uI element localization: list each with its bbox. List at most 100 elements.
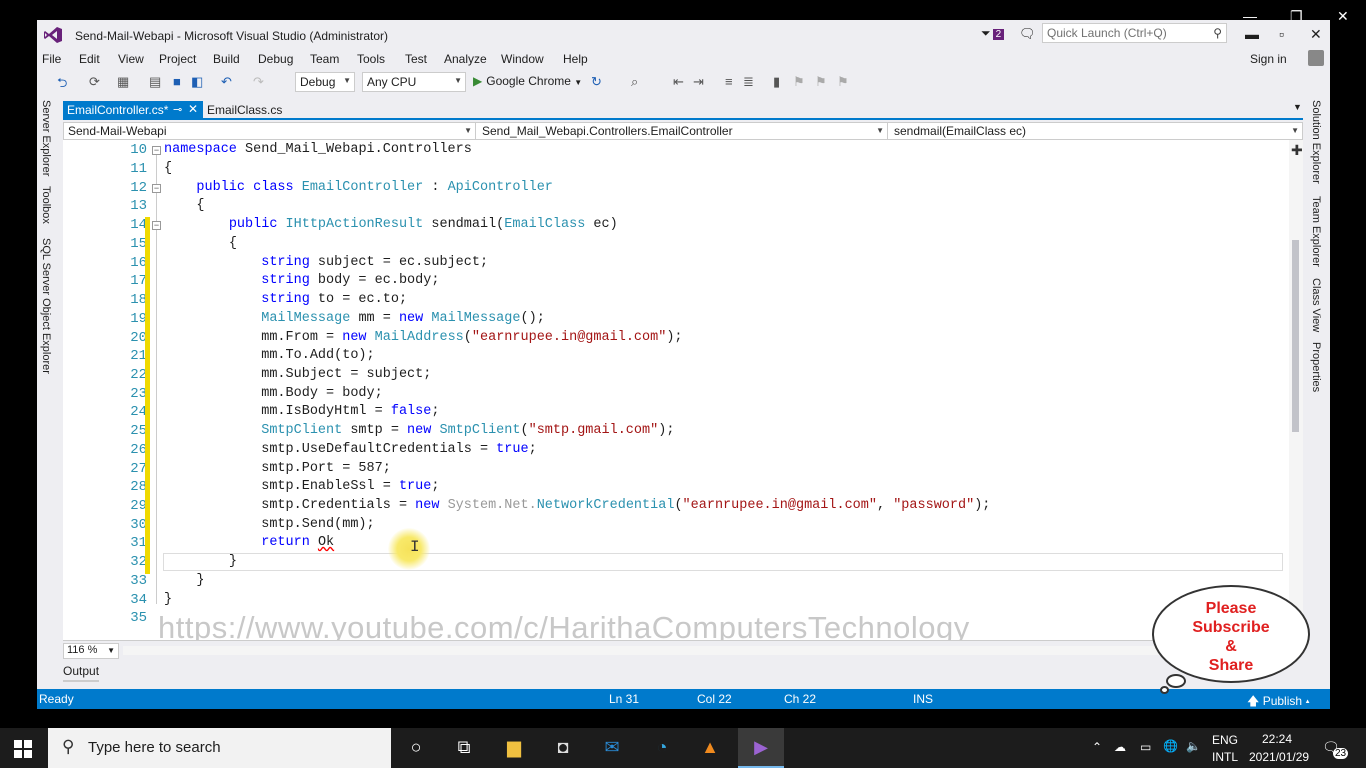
publish-button[interactable]: 🡅 Publish ▴ xyxy=(1247,692,1310,709)
collapse-icon[interactable]: − xyxy=(152,184,161,193)
clock-time[interactable]: 22:24 xyxy=(1262,732,1292,746)
menu-help[interactable]: Help xyxy=(563,52,588,66)
find-icon[interactable]: ⌕ xyxy=(631,74,638,90)
sql-server-object-explorer-tab[interactable]: SQL Server Object Explorer xyxy=(40,238,52,374)
globe-icon[interactable]: 🌐 xyxy=(1163,739,1178,753)
menu-tools[interactable]: Tools xyxy=(357,52,385,66)
menu-file[interactable]: File xyxy=(42,52,61,66)
start-debugging-button[interactable]: ▶ Google Chrome ▼ xyxy=(473,74,582,88)
collapse-icon[interactable]: − xyxy=(152,221,161,230)
solution-config-select[interactable]: Debug ▼ xyxy=(295,72,355,92)
right-tool-strip: Solution Explorer Team Explorer Class Vi… xyxy=(1307,98,1330,418)
notifications-flag-icon[interactable]: ⏷ 2 xyxy=(981,26,1009,42)
language-secondary[interactable]: INTL xyxy=(1212,750,1238,764)
clear-bookmarks-icon[interactable]: ⚑ xyxy=(837,74,849,90)
team-explorer-tab[interactable]: Team Explorer xyxy=(1310,196,1322,267)
project-dropdown[interactable]: Send-Mail-Webapi ▼ xyxy=(64,123,476,139)
horizontal-scrollbar[interactable] xyxy=(123,646,1283,655)
left-tool-strip: Server Explorer Toolbox SQL Server Objec… xyxy=(37,98,59,688)
close-icon[interactable]: ✕ xyxy=(1337,8,1349,25)
quick-launch-input[interactable]: Quick Launch (Ctrl+Q) ⚲ xyxy=(1042,23,1227,43)
close-icon[interactable]: ✕ xyxy=(188,102,198,116)
member-dropdown[interactable]: sendmail(EmailClass ec) ▼ xyxy=(890,123,1302,139)
menu-project[interactable]: Project xyxy=(159,52,196,66)
bubble-line: & xyxy=(1225,638,1237,655)
menu-team[interactable]: Team xyxy=(310,52,339,66)
vertical-scrollbar[interactable] xyxy=(1289,140,1303,640)
vlc-icon[interactable]: ▲ xyxy=(698,737,722,759)
status-column: Col 22 xyxy=(697,692,732,706)
pin-icon[interactable]: ⊸ xyxy=(173,103,182,116)
class-dropdown[interactable]: Send_Mail_Webapi.Controllers.EmailContro… xyxy=(478,123,888,139)
code-editor[interactable]: 10 11 12 13 14 15 16 17 18 19 20 21 22 2… xyxy=(63,140,1289,640)
split-editor-icon[interactable]: ✚ xyxy=(1291,142,1303,159)
notification-count-badge: 23 xyxy=(1333,748,1349,759)
menu-debug[interactable]: Debug xyxy=(258,52,293,66)
tab-output[interactable]: Output xyxy=(63,664,100,682)
save-all-icon[interactable]: ◧ xyxy=(191,74,203,90)
server-explorer-tab[interactable]: Server Explorer xyxy=(40,100,52,176)
back-icon[interactable]: ⮌ xyxy=(57,74,67,96)
cloud-icon[interactable]: ☁ xyxy=(1114,740,1126,754)
prev-bookmark-icon[interactable]: ⚑ xyxy=(793,74,805,90)
menu-view[interactable]: View xyxy=(118,52,144,66)
tray-overflow-icon[interactable]: ⌃ xyxy=(1092,740,1102,754)
bookmark-icon[interactable]: ▮ xyxy=(773,74,780,90)
windows-start-icon[interactable] xyxy=(14,740,32,758)
account-icon[interactable] xyxy=(1308,50,1324,66)
scroll-thumb[interactable] xyxy=(1292,240,1299,432)
cortana-icon[interactable]: ○ xyxy=(404,737,428,759)
vs-close-icon[interactable]: ✕ xyxy=(1310,26,1322,43)
file-explorer-icon[interactable]: ▆ xyxy=(502,737,526,759)
line-number: 26 xyxy=(130,442,147,458)
properties-tab[interactable]: Properties xyxy=(1310,342,1322,392)
redo-icon[interactable]: ↷ xyxy=(253,74,264,90)
tab-dropdown-icon[interactable]: ▼ xyxy=(1293,102,1302,112)
task-view-icon[interactable]: ⧉ xyxy=(452,737,476,759)
menu-edit[interactable]: Edit xyxy=(79,52,100,66)
tab-emailclass[interactable]: EmailClass.cs xyxy=(207,103,282,117)
collapse-icon[interactable]: − xyxy=(152,146,161,155)
uncomment-icon[interactable]: ≣ xyxy=(743,74,754,90)
code-line: { xyxy=(228,236,237,251)
zoom-select[interactable]: 116 % ▼ xyxy=(63,643,119,659)
comment-icon[interactable]: ≡ xyxy=(725,74,733,89)
solution-platform-select[interactable]: Any CPU ▼ xyxy=(362,72,466,92)
next-bookmark-icon[interactable]: ⚑ xyxy=(815,74,827,90)
sign-in-link[interactable]: Sign in xyxy=(1250,52,1287,66)
toolbox-tab[interactable]: Toolbox xyxy=(40,186,52,224)
network-adapter-icon[interactable]: ▭ xyxy=(1140,740,1151,754)
clock-date[interactable]: 2021/01/29 xyxy=(1249,750,1309,764)
menu-build[interactable]: Build xyxy=(213,52,240,66)
status-line: Ln 31 xyxy=(609,692,640,706)
vs-restore-icon[interactable]: ▫ xyxy=(1279,26,1284,42)
volume-icon[interactable]: 🔈 xyxy=(1186,739,1201,753)
class-view-tab[interactable]: Class View xyxy=(1310,278,1322,332)
indent-icon[interactable]: ⇤ xyxy=(673,74,684,90)
store-icon[interactable]: ◘ xyxy=(551,737,575,759)
vs-minimize-icon[interactable]: ▬ xyxy=(1245,26,1259,42)
feedback-icon[interactable]: 🗨 xyxy=(1019,26,1036,42)
outdent-icon[interactable]: ⇥ xyxy=(693,74,704,90)
new-project-icon[interactable]: ▦ xyxy=(117,74,129,90)
taskbar-search-input[interactable]: ⚲ Type here to search xyxy=(48,728,391,768)
open-file-icon[interactable]: ▤ xyxy=(149,74,161,90)
save-icon[interactable]: ■ xyxy=(173,74,181,89)
language-primary[interactable]: ENG xyxy=(1212,733,1238,747)
edge-icon[interactable]: ◔ xyxy=(650,737,674,759)
refresh-icon[interactable]: ↻ xyxy=(591,74,602,90)
menu-analyze[interactable]: Analyze xyxy=(444,52,487,66)
document-tabs: EmailController.cs* ⊸ ✕ EmailClass.cs xyxy=(63,101,1303,120)
play-icon: ▶ xyxy=(473,74,483,88)
forward-icon[interactable]: ⟳ xyxy=(89,74,100,90)
undo-icon[interactable]: ↶ xyxy=(221,74,232,90)
mail-icon[interactable]: ✉ xyxy=(600,737,624,759)
line-number: 24 xyxy=(130,404,147,420)
tab-emailcontroller[interactable]: EmailController.cs* ⊸ ✕ xyxy=(63,101,203,120)
code-line: SmtpClient smtp = new SmtpClient("smtp.g… xyxy=(261,423,675,438)
menu-window[interactable]: Window xyxy=(501,52,544,66)
current-line-highlight xyxy=(163,553,1283,571)
menu-test[interactable]: Test xyxy=(405,52,427,66)
solution-explorer-tab[interactable]: Solution Explorer xyxy=(1310,100,1322,184)
visual-studio-taskbar-button[interactable]: ▶ xyxy=(738,728,784,768)
